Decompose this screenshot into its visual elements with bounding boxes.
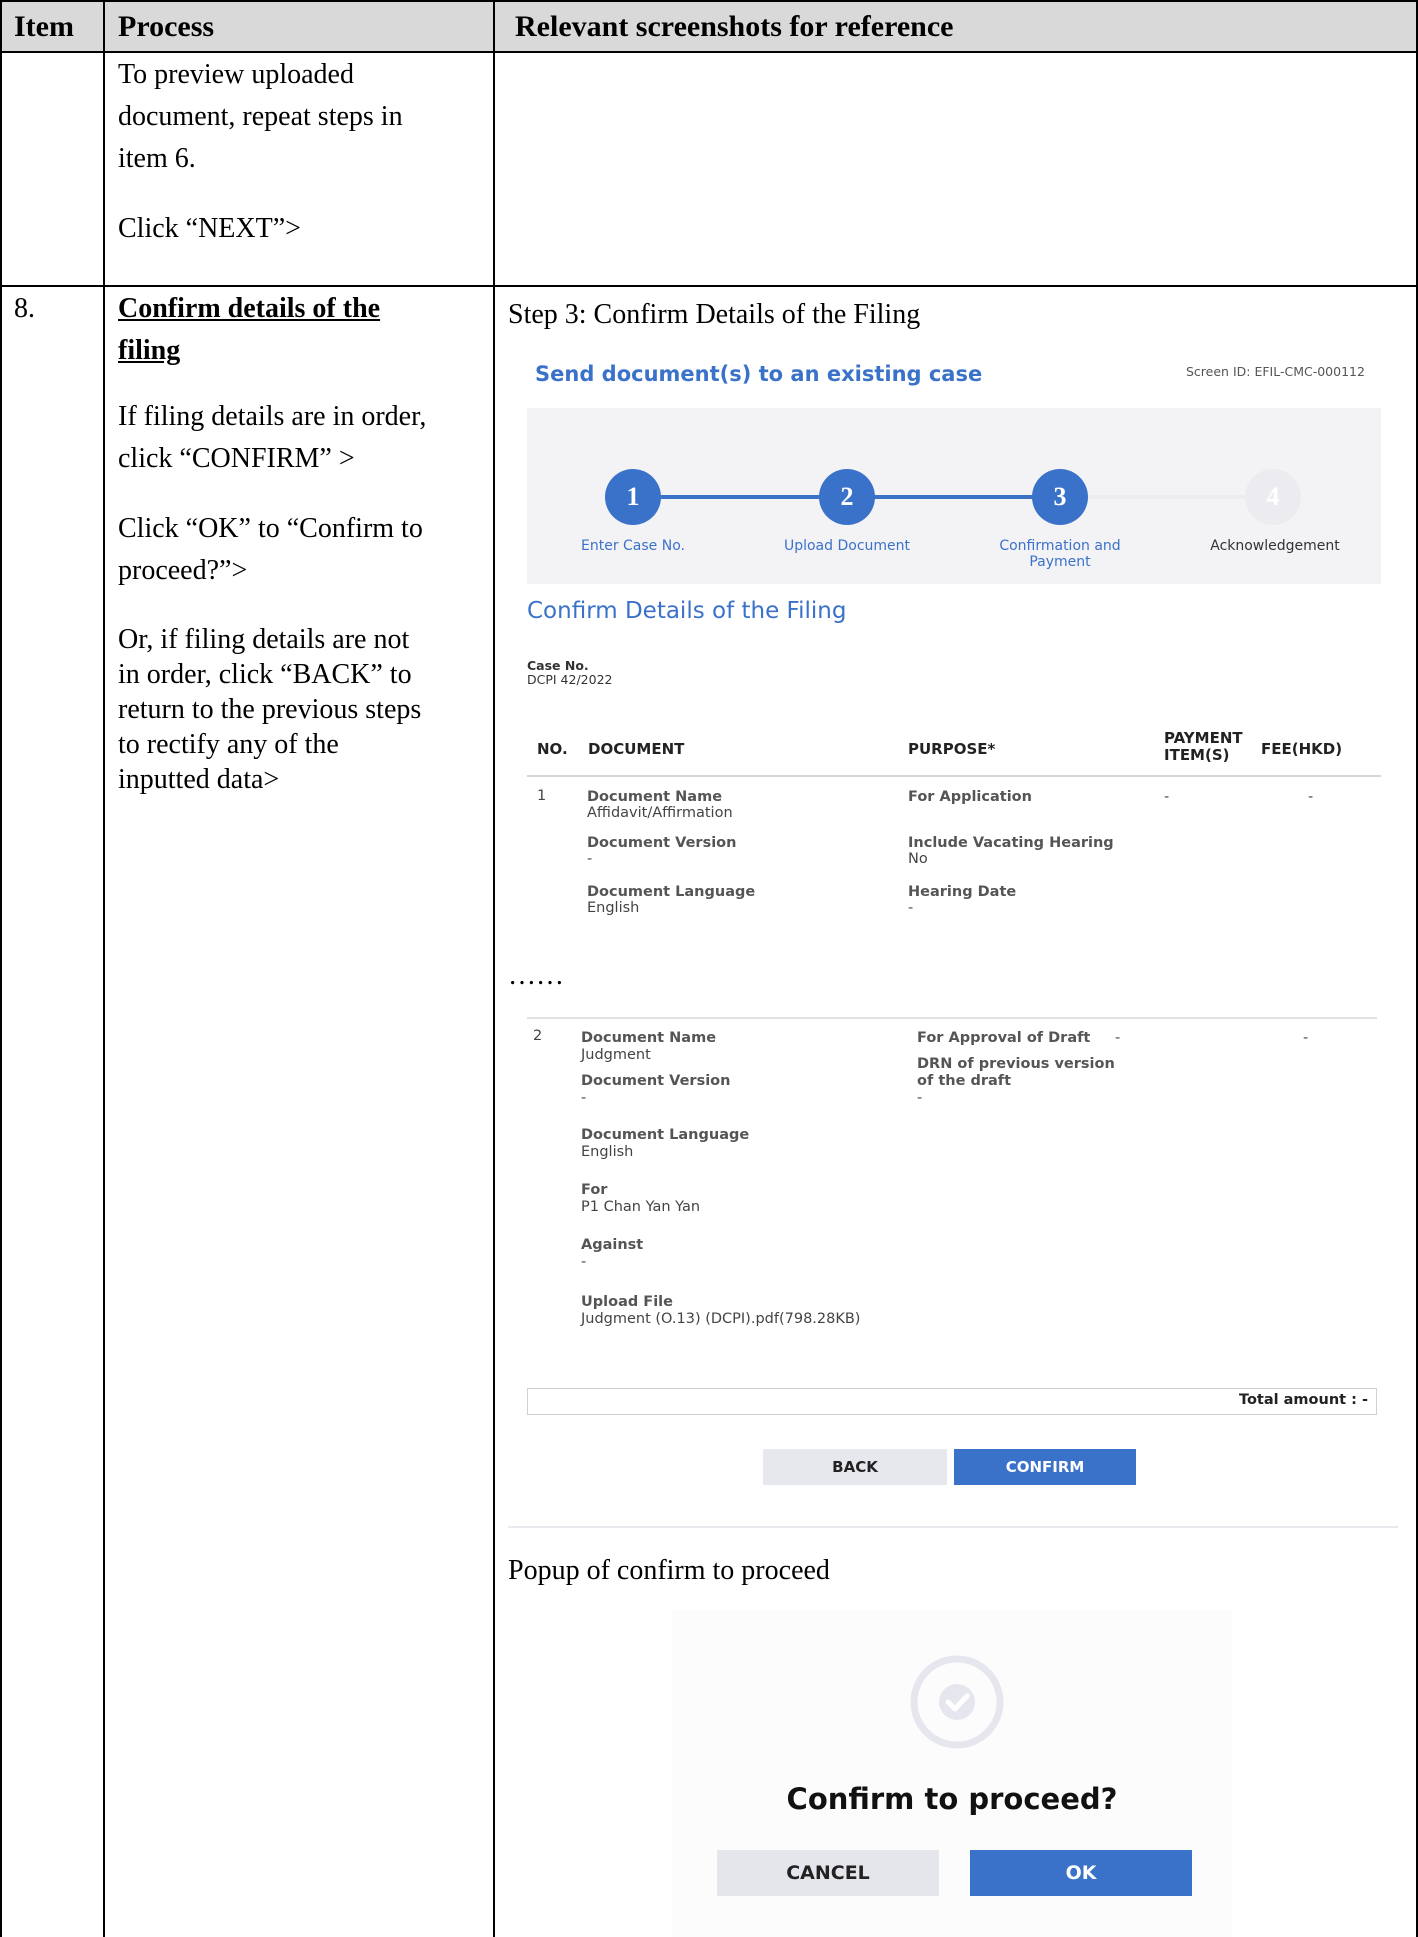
drn-value: - xyxy=(917,1090,923,1106)
doc2-version-label: Document Version xyxy=(581,1073,731,1089)
stepper: 1 2 3 4 Enter Case No. Upload Document C… xyxy=(527,408,1381,584)
app-row2-fee: - xyxy=(1303,1030,1309,1046)
app-row1-payment: - xyxy=(1164,789,1170,805)
against-label: Against xyxy=(581,1237,644,1253)
back-instruction-2: in order, click “BACK” to xyxy=(118,659,412,690)
app-row1-fee: - xyxy=(1308,789,1314,805)
col-purpose: PURPOSE* xyxy=(908,740,996,758)
table-border-header xyxy=(0,51,1418,53)
app-row1-purpose: For Application Include Vacating Hearing… xyxy=(908,789,1148,916)
back-instruction-1: Or, if filing details are not xyxy=(118,624,410,655)
doc-name-value: Affidavit/Affirmation xyxy=(587,805,733,821)
step-title-line-2: filing xyxy=(118,335,181,366)
against-value: - xyxy=(581,1254,587,1270)
popup-title: Confirm to proceed? xyxy=(786,1782,1118,1816)
doc-language-value: English xyxy=(587,900,640,916)
confirm-popup: Confirm to proceed? CANCEL OK xyxy=(672,1610,1232,1937)
table-border-left xyxy=(0,0,2,1937)
doc2-name-label: Document Name xyxy=(581,1030,717,1046)
vacating-hearing-label: Include Vacating Hearing xyxy=(908,835,1114,851)
confirm-instruction-1: If filing details are in order, xyxy=(118,401,427,432)
screenshot-separator xyxy=(508,1526,1398,1528)
confirm-button[interactable]: CONFIRM xyxy=(954,1449,1136,1485)
row1-line-2: document, repeat steps in xyxy=(118,101,403,132)
case-no-label: Case No. xyxy=(527,658,589,673)
upload-file-label: Upload File xyxy=(581,1294,673,1310)
doc2-name-value: Judgment xyxy=(581,1047,651,1063)
case-no-value: DCPI 42/2022 xyxy=(527,672,613,687)
omission-ellipsis: …… xyxy=(508,960,564,991)
back-instruction-4: to rectify any of the xyxy=(118,729,339,760)
row2-item-number: 8. xyxy=(14,293,35,324)
total-amount-bar: Total amount : - xyxy=(527,1388,1377,1415)
app-row2-payment: - xyxy=(1115,1030,1121,1046)
total-amount: Total amount : - xyxy=(1238,1392,1368,1408)
upload-file-value[interactable]: Judgment (O.13) (DCPI).pdf(798.28KB) xyxy=(581,1311,901,1328)
app-row1-document: Document Name Affidavit/Affirmation Docu… xyxy=(587,789,887,916)
for-value: P1 Chan Yan Yan xyxy=(581,1199,701,1215)
step-2-label: Upload Document xyxy=(783,538,911,554)
app-row1-no: 1 xyxy=(537,788,547,804)
hearing-date-value: - xyxy=(908,900,914,916)
check-circle-icon xyxy=(909,1654,1005,1750)
doc-language-label: Document Language xyxy=(587,884,756,900)
doc-name-label: Document Name xyxy=(587,789,723,805)
app-row2-document: Document Name Judgment Document Version … xyxy=(581,1030,901,1328)
row1-line-3: item 6. xyxy=(118,143,196,174)
purpose2-value: For Approval of Draft xyxy=(917,1030,1091,1046)
col-no: NO. xyxy=(537,740,568,758)
step-1-circle: 1 xyxy=(605,469,661,525)
for-label: For xyxy=(581,1182,608,1198)
ok-instruction-2: proceed?”> xyxy=(118,555,248,586)
stepper-line-inactive xyxy=(1061,495,1273,499)
table-divider xyxy=(527,775,1381,777)
col-document: DOCUMENT xyxy=(588,740,685,758)
row1-line-1: To preview uploaded xyxy=(118,59,354,90)
step-4-label: Acknowledgement xyxy=(1210,538,1340,554)
step-1-label: Enter Case No. xyxy=(581,538,685,554)
doc2-language-label: Document Language xyxy=(581,1127,750,1143)
step3-caption: Step 3: Confirm Details of the Filing xyxy=(508,299,921,330)
ok-instruction-1: Click “OK” to “Confirm to xyxy=(118,513,423,544)
confirm-instruction-2: click “CONFIRM” > xyxy=(118,443,355,474)
app-row2-purpose: For Approval of Draft DRN of previous ve… xyxy=(917,1030,1127,1107)
col-payment: PAYMENT ITEM(S) xyxy=(1164,729,1243,764)
screen-id: Screen ID: EFIL-CMC-000112 xyxy=(1186,364,1365,379)
step-4-circle: 4 xyxy=(1245,469,1301,525)
table-border-col1 xyxy=(103,0,105,1937)
col-fee: FEE(HKD) xyxy=(1261,740,1343,758)
ok-button[interactable]: OK xyxy=(970,1850,1192,1896)
step-3-label: Confirmation and Payment xyxy=(999,538,1121,570)
doc2-language-value: English xyxy=(581,1144,634,1160)
back-button[interactable]: BACK xyxy=(763,1449,947,1485)
app-row2-no: 2 xyxy=(533,1028,543,1044)
table-border-top xyxy=(0,0,1418,2)
step-2-circle: 2 xyxy=(819,469,875,525)
cancel-button[interactable]: CANCEL xyxy=(717,1850,939,1896)
row2-process-text: Confirm details of the filing If filing … xyxy=(118,288,490,797)
row1-process-text: To preview uploaded document, repeat ste… xyxy=(118,54,488,250)
doc2-version-value: - xyxy=(581,1090,587,1106)
doc-version-label: Document Version xyxy=(587,835,737,851)
header-item: Item xyxy=(14,10,74,43)
back-instruction-3: return to the previous steps xyxy=(118,694,422,725)
app-title: Send document(s) to an existing case xyxy=(535,362,983,386)
row1-next-instruction: Click “NEXT”> xyxy=(118,213,301,244)
step-3-circle: 3 xyxy=(1032,469,1088,525)
header-screenshots: Relevant screenshots for reference xyxy=(515,10,954,43)
hearing-date-label: Hearing Date xyxy=(908,884,1017,900)
purpose-value: For Application xyxy=(908,789,1032,805)
section-title: Confirm Details of the Filing xyxy=(527,598,847,624)
step-title-line-1: Confirm details of the xyxy=(118,293,381,324)
popup-caption: Popup of confirm to proceed xyxy=(508,1555,830,1586)
row2-divider xyxy=(527,1017,1377,1019)
table-border-row1 xyxy=(0,285,1418,287)
back-instruction-5: inputted data> xyxy=(118,764,280,795)
header-process: Process xyxy=(118,10,215,43)
vacating-hearing-value: No xyxy=(908,851,928,867)
table-border-col2 xyxy=(493,0,495,1937)
doc-version-value: - xyxy=(587,851,593,867)
drn-label: DRN of previous version of the draft xyxy=(917,1056,1115,1089)
